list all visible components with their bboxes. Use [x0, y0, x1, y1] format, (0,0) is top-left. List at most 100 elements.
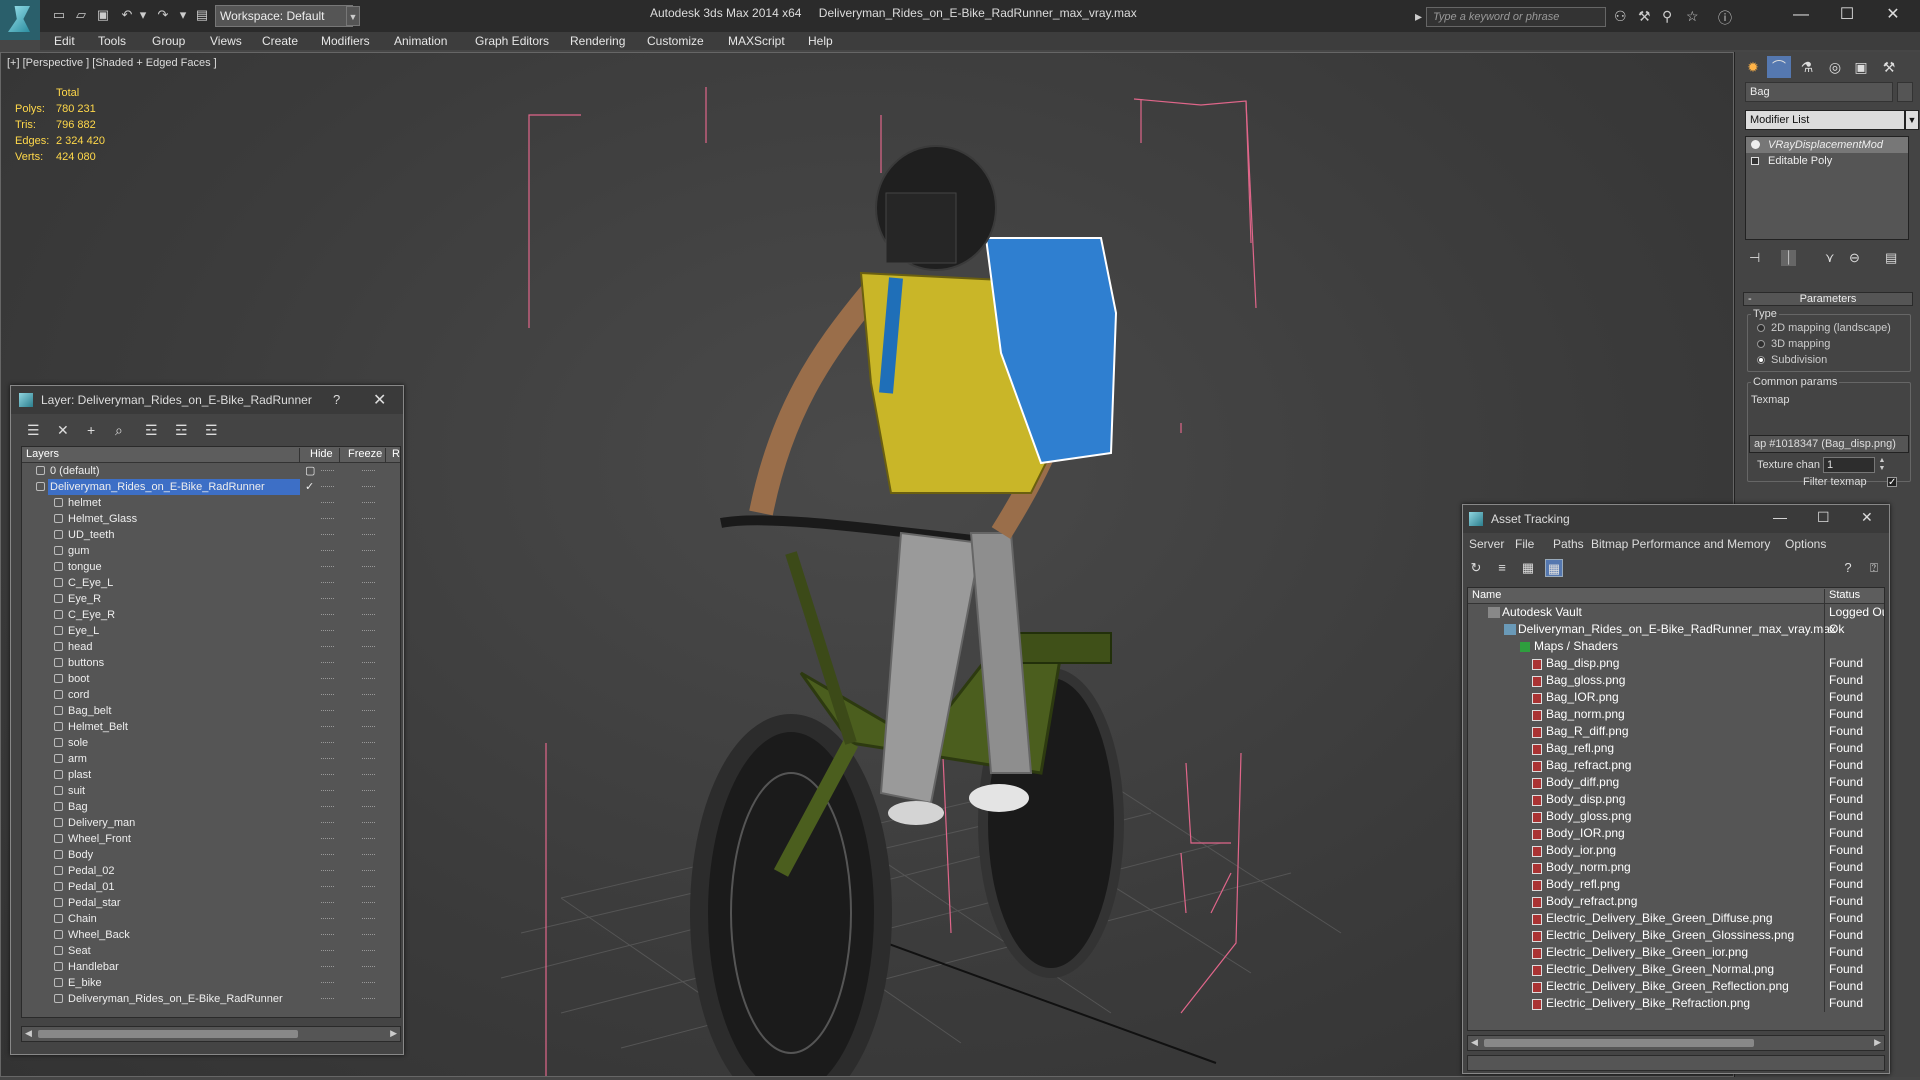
layer-name[interactable]: Body	[66, 847, 93, 863]
col-status[interactable]: Status	[1824, 589, 1860, 603]
close-icon[interactable]: ✕	[1861, 509, 1873, 526]
scrollbar-thumb[interactable]	[1484, 1039, 1754, 1047]
stack-item-vray-displacement[interactable]: VRayDisplacementMod	[1746, 137, 1908, 153]
hide-toggle[interactable]	[321, 806, 334, 808]
layer-name[interactable]: cord	[66, 687, 89, 703]
layer-row[interactable]: Wheel_Back	[22, 927, 400, 943]
layer-name[interactable]: Deliveryman_Rides_on_E-Bike_RadRunner	[66, 991, 283, 1007]
hide-toggle[interactable]	[321, 934, 334, 936]
layer-row[interactable]: Wheel_Front	[22, 831, 400, 847]
menu-customize[interactable]: Customize	[647, 34, 704, 48]
expand-box-icon[interactable]	[1751, 157, 1759, 165]
freeze-toggle[interactable]	[362, 902, 375, 904]
asset-row[interactable]: Deliveryman_Rides_on_E-Bike_RadRunner_ma…	[1468, 621, 1884, 638]
motion-tab-icon[interactable]: ◎	[1823, 56, 1847, 78]
freeze-toggle[interactable]	[362, 742, 375, 744]
close-icon[interactable]: ✕	[373, 390, 386, 410]
layer-name[interactable]: arm	[66, 751, 87, 767]
asset-row[interactable]: Body_gloss.png Found	[1468, 808, 1884, 825]
help-search-icon[interactable]: ⍰	[1865, 559, 1883, 577]
layer-row[interactable]: Seat	[22, 943, 400, 959]
object-color-swatch[interactable]	[1897, 82, 1913, 102]
layer-row[interactable]: Eye_L	[22, 623, 400, 639]
menu-rendering[interactable]: Rendering	[570, 34, 625, 48]
layer-name[interactable]: head	[66, 639, 92, 655]
hide-toggle[interactable]	[321, 758, 334, 760]
layer-name[interactable]: suit	[66, 783, 85, 799]
asset-row[interactable]: Electric_Delivery_Bike_Green_Glossiness.…	[1468, 927, 1884, 944]
layer-name[interactable]: plast	[66, 767, 91, 783]
layer-name[interactable]: Chain	[66, 911, 97, 927]
freeze-toggle[interactable]	[362, 502, 375, 504]
asset-row[interactable]: Electric_Delivery_Bike_Refraction.png Fou…	[1468, 995, 1884, 1012]
menu-modifiers[interactable]: Modifiers	[321, 34, 370, 48]
undo-icon[interactable]: ↶	[120, 8, 134, 22]
select-objects-icon[interactable]: ⌕	[115, 422, 123, 439]
layer-row[interactable]: Eye_R	[22, 591, 400, 607]
layer-name[interactable]: Bag_belt	[66, 703, 111, 719]
freeze-toggle[interactable]	[362, 710, 375, 712]
hide-toggle[interactable]	[321, 518, 334, 520]
freeze-toggle[interactable]	[362, 614, 375, 616]
search-expand-icon[interactable]: ▸	[1415, 8, 1422, 25]
app-menu-button[interactable]	[0, 0, 40, 40]
asset-row[interactable]: Electric_Delivery_Bike_Green_ior.png Foun…	[1468, 944, 1884, 961]
asset-menu-bitmap-performance[interactable]: Bitmap Performance and Memory	[1591, 537, 1770, 551]
layer-name[interactable]: Delivery_man	[66, 815, 135, 831]
layer-name[interactable]: Eye_L	[66, 623, 99, 639]
layer-row[interactable]: head	[22, 639, 400, 655]
stack-item-editable-poly[interactable]: Editable Poly	[1746, 153, 1908, 169]
hide-toggle[interactable]	[321, 854, 334, 856]
layer-row[interactable]: Deliveryman_Rides_on_E-Bike_RadRunner	[22, 991, 400, 1007]
freeze-toggle[interactable]	[362, 582, 375, 584]
help-icon[interactable]: ?	[333, 392, 340, 407]
freeze-toggle[interactable]	[362, 534, 375, 536]
asset-row[interactable]: Maps / Shaders	[1468, 638, 1884, 655]
freeze-toggle[interactable]	[362, 646, 375, 648]
freeze-toggle[interactable]	[362, 982, 375, 984]
freeze-all-icon[interactable]: ☲	[205, 422, 218, 439]
layer-row[interactable]: tongue	[22, 559, 400, 575]
layer-row[interactable]: Bag_belt	[22, 703, 400, 719]
asset-menu-paths[interactable]: Paths	[1553, 537, 1584, 551]
favorites-star-icon[interactable]: ☆	[1686, 8, 1699, 25]
layer-row[interactable]: Pedal_star	[22, 895, 400, 911]
redo-icon[interactable]: ↷	[156, 8, 170, 22]
scroll-right-icon[interactable]: ▶	[1874, 1037, 1881, 1048]
layer-name[interactable]: tongue	[66, 559, 102, 575]
asset-row[interactable]: Bag_R_diff.png Found	[1468, 723, 1884, 740]
save-file-icon[interactable]: ▣	[96, 8, 110, 22]
layer-row[interactable]: Delivery_man	[22, 815, 400, 831]
col-layers[interactable]: Layers	[26, 448, 300, 462]
menu-views[interactable]: Views	[210, 34, 242, 48]
freeze-toggle[interactable]	[362, 838, 375, 840]
freeze-toggle[interactable]	[362, 854, 375, 856]
layer-name[interactable]: Helmet_Belt	[66, 719, 128, 735]
asset-menu-file[interactable]: File	[1515, 537, 1534, 551]
remove-modifier-icon[interactable]: ⊖	[1849, 250, 1860, 266]
freeze-toggle[interactable]	[362, 822, 375, 824]
hide-toggle[interactable]	[321, 790, 334, 792]
asset-row[interactable]: Bag_norm.png Found	[1468, 706, 1884, 723]
asset-row[interactable]: Body_ior.png Found	[1468, 842, 1884, 859]
radio-3d-mapping[interactable]	[1757, 340, 1765, 348]
asset-row[interactable]: Electric_Delivery_Bike_Green_Reflection.…	[1468, 978, 1884, 995]
freeze-toggle[interactable]	[362, 998, 375, 1000]
hide-toggle[interactable]	[321, 534, 334, 536]
col-render[interactable]: R	[390, 448, 400, 462]
communication-icon[interactable]: ⚲	[1662, 8, 1672, 25]
add-selected-icon[interactable]: +	[87, 422, 95, 438]
asset-row[interactable]: Bag_refl.png Found	[1468, 740, 1884, 757]
freeze-toggle[interactable]	[362, 966, 375, 968]
hide-toggle[interactable]	[321, 486, 334, 488]
make-unique-icon[interactable]: ⋎	[1825, 250, 1835, 266]
minimize-icon[interactable]: —	[1786, 4, 1816, 26]
hide-toggle[interactable]	[321, 662, 334, 664]
asset-row[interactable]: Body_disp.png Found	[1468, 791, 1884, 808]
freeze-toggle[interactable]	[362, 678, 375, 680]
hide-toggle[interactable]	[321, 998, 334, 1000]
layer-name[interactable]: C_Eye_R	[66, 607, 115, 623]
current-layer-check-icon[interactable]: ✓	[305, 482, 315, 493]
hide-toggle[interactable]	[321, 630, 334, 632]
layer-name[interactable]: Handlebar	[66, 959, 119, 975]
